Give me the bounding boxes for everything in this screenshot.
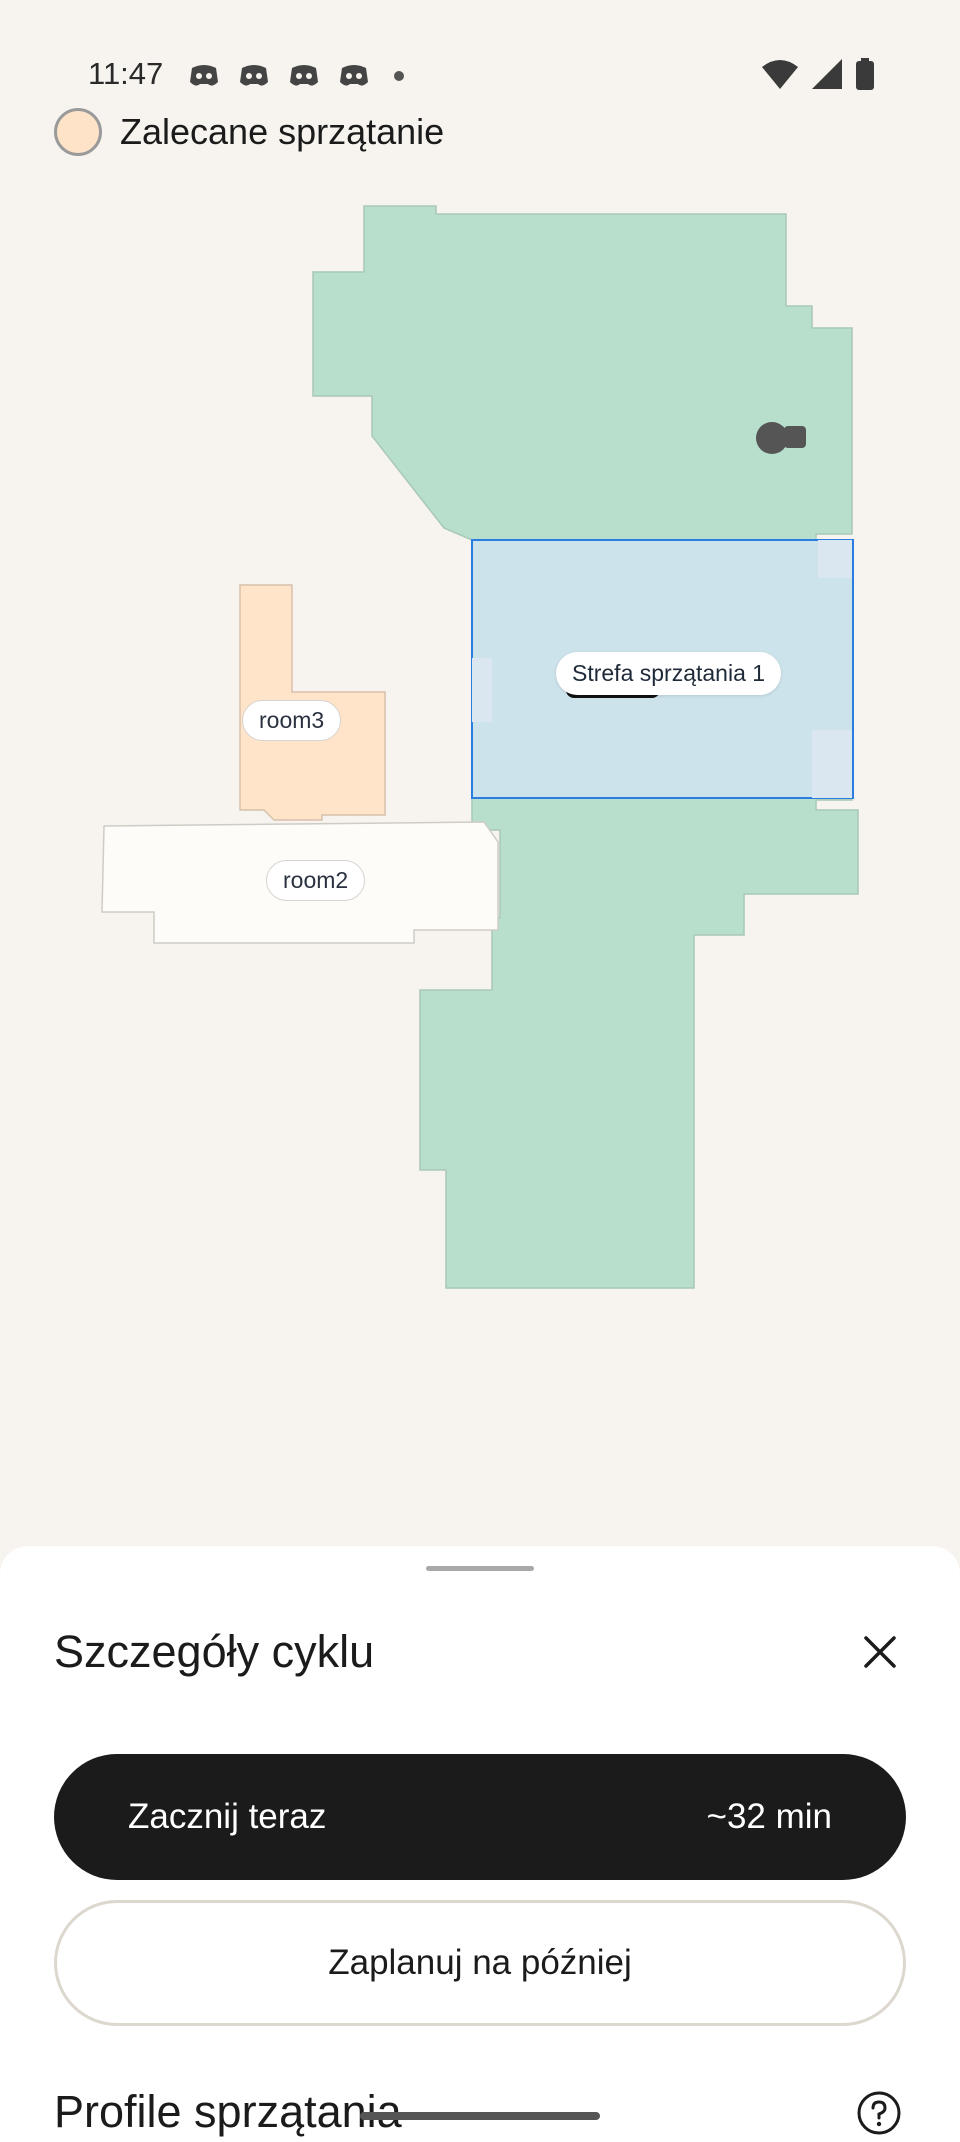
help-icon[interactable] (856, 2090, 902, 2136)
start-now-button[interactable]: Zacznij teraz ~32 min (54, 1754, 906, 1880)
start-now-label: Zacznij teraz (128, 1797, 327, 1836)
schedule-later-button[interactable]: Zaplanuj na później (54, 1900, 906, 2026)
legend-label: Zalecane sprzątanie (120, 111, 445, 152)
zone-overlap-tile (818, 540, 852, 578)
close-icon[interactable] (854, 1626, 906, 1678)
zone-label[interactable]: Strefa sprzątania 1 (556, 652, 782, 695)
cycle-details-sheet: Szczegóły cyklu Zacznij teraz ~32 min Za… (0, 1546, 960, 2142)
legend: Zalecane sprzątanie (54, 108, 444, 156)
zone-overlap-tile (472, 658, 492, 722)
room2-label[interactable]: room2 (266, 860, 366, 901)
estimated-duration: ~32 min (706, 1797, 833, 1836)
room3-label[interactable]: room3 (242, 700, 342, 741)
sheet-title: Szczegóły cyklu (54, 1626, 375, 1677)
cleaning-map[interactable]: Zalecane sprzątanie room3 room2 Strefa s… (0, 0, 960, 1560)
cleaning-profiles-title: Profile sprzątania (54, 2086, 402, 2137)
zone-overlap-tile (812, 730, 852, 798)
sheet-drag-handle[interactable] (426, 1566, 534, 1571)
map-canvas (101, 205, 859, 1289)
recommended-cleaning-swatch (54, 108, 102, 156)
gesture-nav-bar[interactable] (360, 2112, 600, 2120)
